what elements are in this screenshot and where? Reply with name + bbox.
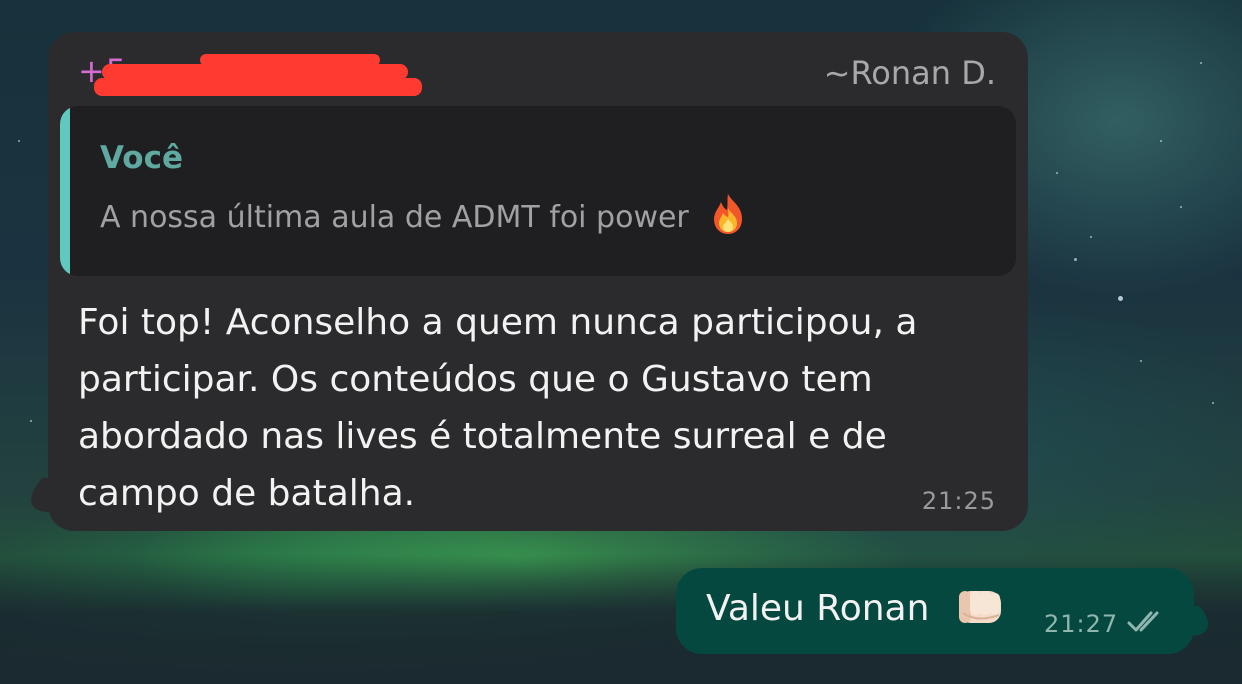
outgoing-message-body: Valeu Ronan	[706, 588, 930, 629]
message-timestamp: 21:25	[921, 487, 996, 515]
quote-accent-bar	[60, 106, 70, 276]
quoted-text: A nossa última aula de ADMT foi power	[100, 193, 748, 236]
quoted-author: Você	[100, 140, 183, 176]
sender-display-name: ~Ronan D.	[823, 54, 996, 92]
redaction-scribble	[94, 54, 422, 100]
double-check-icon	[1127, 611, 1159, 632]
fire-emoji-icon	[714, 193, 743, 234]
outgoing-message-bubble[interactable]: Valeu Ronan 21:27	[676, 568, 1194, 654]
message-body: Foi top! Aconselho a quem nunca particip…	[78, 302, 918, 514]
quoted-text-content: A nossa última aula de ADMT foi power	[100, 200, 689, 235]
outgoing-timestamp: 21:27	[1044, 610, 1119, 638]
incoming-message-bubble[interactable]: +5•••••••••91 ~Ronan D. Você A nossa últ…	[48, 32, 1028, 531]
fist-bump-emoji-icon	[958, 591, 1001, 623]
quoted-reply[interactable]: Você A nossa última aula de ADMT foi pow…	[60, 106, 1016, 276]
outgoing-message-text: Valeu Ronan	[706, 588, 1005, 629]
message-sender-header: +5•••••••••91 ~Ronan D.	[78, 52, 996, 96]
